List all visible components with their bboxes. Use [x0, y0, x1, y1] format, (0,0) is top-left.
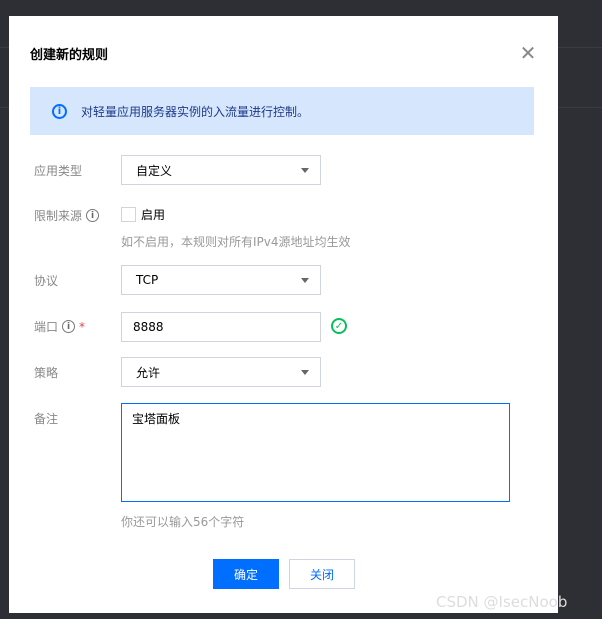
protocol-value: TCP: [136, 273, 159, 287]
check-circle-icon: ✓: [331, 318, 347, 334]
policy-label: 策略: [34, 366, 59, 380]
dialog-title: 创建新的规则: [30, 48, 109, 63]
caret-down-icon: [301, 168, 309, 173]
app-type-label: 应用类型: [34, 164, 83, 178]
protocol-select[interactable]: TCP: [121, 265, 321, 295]
info-icon[interactable]: i: [86, 209, 100, 222]
note-textarea[interactable]: 宝塔面板: [121, 403, 510, 502]
policy-select[interactable]: 允许: [121, 357, 321, 387]
caret-down-icon: [301, 370, 309, 375]
note-hint: 你还可以输入56个字符: [121, 515, 245, 529]
close-button[interactable]: 关闭: [289, 559, 355, 589]
info-icon[interactable]: i: [62, 320, 76, 333]
port-label: 端口 i *: [34, 319, 86, 335]
close-icon[interactable]: ✕: [519, 43, 537, 63]
source-hint: 如不启用，本规则对所有IPv4源地址均生效: [121, 235, 351, 249]
source-label: 限制来源 i: [34, 207, 100, 224]
caret-down-icon: [301, 278, 309, 283]
note-label: 备注: [34, 412, 59, 426]
protocol-label: 协议: [34, 274, 59, 288]
required-marker: *: [79, 319, 86, 334]
create-rule-dialog: 创建新的规则 ✕ i 对轻量应用服务器实例的入流量进行控制。 应用类型 自定义 …: [9, 16, 558, 613]
port-input[interactable]: 8888: [121, 312, 321, 342]
info-icon: i: [52, 103, 67, 119]
info-alert: i 对轻量应用服务器实例的入流量进行控制。: [30, 87, 534, 135]
policy-value: 允许: [136, 365, 161, 380]
enable-source-checkbox[interactable]: [121, 207, 136, 222]
watermark: CSDN @IsecNoob: [436, 593, 568, 611]
app-type-select[interactable]: 自定义: [121, 155, 321, 185]
confirm-button[interactable]: 确定: [213, 559, 279, 589]
enable-source-label: 启用: [141, 208, 166, 222]
app-type-value: 自定义: [136, 163, 173, 178]
alert-text: 对轻量应用服务器实例的入流量进行控制。: [81, 104, 310, 119]
